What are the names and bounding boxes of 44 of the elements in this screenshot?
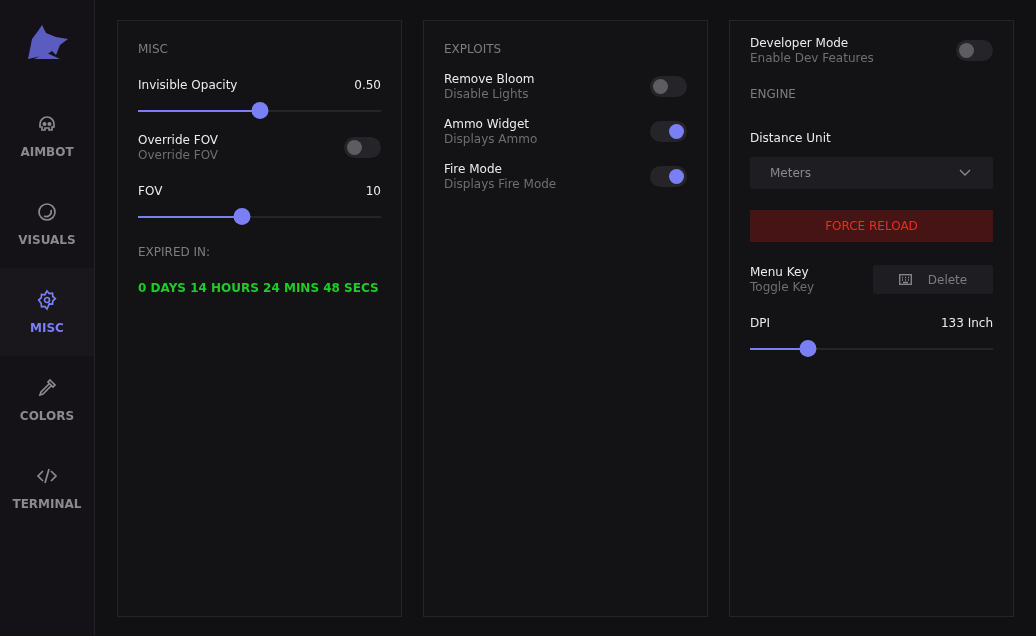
setting-description: Toggle Key <box>750 280 815 294</box>
force-reload-button[interactable]: FORCE RELOAD <box>750 210 993 242</box>
section-heading: EXPIRED IN: <box>138 245 212 259</box>
slider-value: 10 <box>365 184 381 198</box>
section-heading: MISC <box>138 42 169 56</box>
toggle-switch[interactable] <box>344 137 381 158</box>
toggle-switch[interactable] <box>650 166 687 187</box>
slider-value: 133 Inch <box>940 316 993 330</box>
setting-label: Developer Mode <box>750 36 850 50</box>
setting-label: Invisible Opacity <box>138 78 238 92</box>
setting-description: Enable Dev Features <box>750 51 874 65</box>
setting-label: Menu Key <box>750 265 810 279</box>
chevron-down-icon <box>959 169 971 177</box>
expiry-countdown: 0 DAYS 14 HOURS 24 MINS 48 SECS <box>138 281 380 295</box>
section-heading: ENGINE <box>750 87 797 101</box>
setting-label: Override FOV <box>138 133 219 147</box>
section-heading: EXPLOITS <box>444 42 503 56</box>
setting-description: Displays Fire Mode <box>444 177 557 191</box>
slider-value: 0.50 <box>354 78 381 92</box>
keyboard-icon <box>898 274 912 285</box>
slider-thumb[interactable] <box>234 208 251 225</box>
sidebar-tab[interactable]: COLORS <box>0 356 94 444</box>
keybind-button[interactable]: Delete <box>873 265 993 294</box>
setting-label: Fire Mode <box>444 162 503 176</box>
setting-description: Override FOV <box>138 148 219 162</box>
toggle-switch[interactable] <box>650 121 687 142</box>
sidebar-tab[interactable]: TERMINAL <box>0 444 94 532</box>
slider-thumb[interactable] <box>251 102 268 119</box>
sidebar-tab[interactable]: MISC <box>0 268 94 356</box>
setting-description: Disable Lights <box>444 87 530 101</box>
dropdown[interactable]: Meters <box>750 157 993 189</box>
toggle-switch[interactable] <box>956 40 993 61</box>
slider-thumb[interactable] <box>799 340 817 357</box>
setting-label: Distance Unit <box>750 131 832 145</box>
sidebar-tab[interactable]: VISUALS <box>0 180 94 268</box>
setting-label: Ammo Widget <box>444 117 530 131</box>
settings-icon <box>36 289 58 311</box>
eyedropper-icon <box>36 377 58 399</box>
setting-label: FOV <box>138 184 163 198</box>
setting-label: DPI <box>750 316 770 330</box>
sidebar-tab[interactable]: AIMBOT <box>0 92 94 180</box>
setting-label: Remove Bloom <box>444 72 535 86</box>
setting-description: Displays Ammo <box>444 132 538 146</box>
toggle-switch[interactable] <box>650 76 687 97</box>
